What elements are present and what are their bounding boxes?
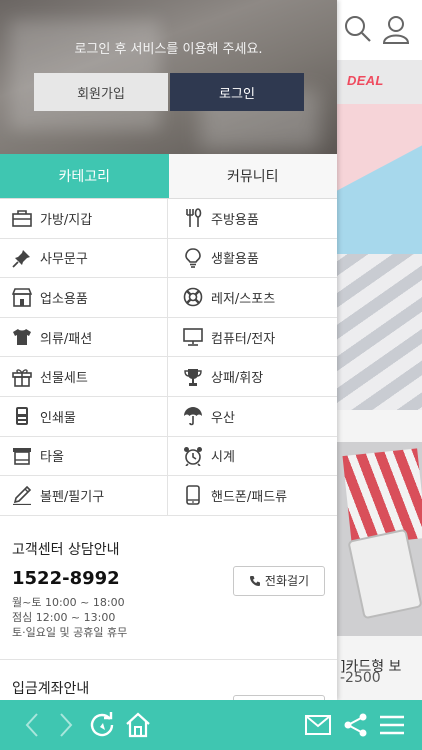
- category-item-phone[interactable]: 핸드폰/패드류: [168, 476, 337, 516]
- login-button[interactable]: 로그인: [170, 73, 304, 111]
- category-label: 가방/지갑: [40, 212, 93, 228]
- customer-service-hours: 월~토 10:00 ~ 18:00 점심 12:00 ~ 13:00 토·일요일…: [12, 595, 128, 639]
- category-label: 핸드폰/패드류: [211, 489, 288, 505]
- category-label: 우산: [211, 410, 235, 426]
- category-item-trophy[interactable]: 상패/휘장: [168, 357, 337, 397]
- category-label: 컴퓨터/전자: [211, 331, 276, 347]
- trophy-icon: [182, 366, 204, 388]
- monitor-icon: [182, 326, 204, 348]
- alarm-clock-icon: [182, 445, 204, 467]
- background-product-image[interactable]: [337, 442, 422, 636]
- mail-icon[interactable]: [298, 700, 338, 750]
- customer-service-section: 고객센터 상담안내 1522-8992 월~토 10:00 ~ 18:00 점심…: [0, 516, 337, 660]
- category-item-computer[interactable]: 컴퓨터/전자: [168, 318, 337, 358]
- tab-community[interactable]: 커뮤니티: [168, 154, 337, 198]
- login-message: 로그인 후 서비스를 이용해 주세요.: [74, 42, 263, 57]
- printer-icon: [11, 405, 33, 427]
- category-grid: 가방/지갑 주방용품 사무문구 생활용품 업소용품 레저/스포츠 의류/패션 컴…: [0, 199, 337, 516]
- kitchen-utensils-icon: [182, 207, 204, 229]
- phone-call-icon: [249, 575, 260, 586]
- forward-arrow-icon[interactable]: [46, 700, 86, 750]
- lightbulb-icon: [182, 247, 204, 269]
- towel-icon: [11, 445, 33, 467]
- category-item-bag[interactable]: 가방/지갑: [0, 199, 168, 239]
- category-label: 선물세트: [40, 371, 88, 387]
- background-header: [337, 0, 422, 60]
- bag-icon: [11, 207, 33, 229]
- category-item-pen[interactable]: 볼펜/필기구: [0, 476, 168, 516]
- tab-category[interactable]: 카테고리: [0, 154, 169, 198]
- share-icon[interactable]: [336, 700, 376, 750]
- call-button[interactable]: 전화걸기: [233, 565, 325, 596]
- phone-icon: [182, 484, 204, 506]
- category-item-office[interactable]: 사무문구: [0, 238, 168, 279]
- category-label: 인쇄물: [40, 410, 76, 426]
- category-item-gift[interactable]: 선물세트: [0, 357, 168, 397]
- home-icon[interactable]: [118, 700, 158, 750]
- search-icon[interactable]: [343, 14, 373, 48]
- category-item-leisure[interactable]: 레저/스포츠: [168, 278, 337, 318]
- category-item-clock[interactable]: 시계: [168, 437, 337, 477]
- user-icon[interactable]: [381, 14, 411, 48]
- category-label: 시계: [211, 450, 235, 466]
- category-item-towel[interactable]: 타올: [0, 436, 168, 477]
- category-item-clothing[interactable]: 의류/패션: [0, 317, 168, 358]
- category-label: 상패/휘장: [211, 371, 264, 387]
- background-banner[interactable]: [337, 104, 422, 410]
- category-item-household[interactable]: 생활용품: [168, 239, 337, 279]
- category-label: 의류/패션: [40, 331, 93, 347]
- customer-service-title: 고객센터 상담안내: [12, 541, 120, 558]
- gift-icon: [11, 366, 33, 388]
- store-icon: [11, 286, 33, 308]
- menu-icon[interactable]: [372, 700, 412, 750]
- drawer-tabs: 카테고리 커뮤니티: [0, 154, 337, 199]
- deposit-section: 입금계좌안내: [0, 660, 337, 700]
- drawer-header: 로그인 후 서비스를 이용해 주세요. 회원가입 로그인: [0, 0, 337, 154]
- category-item-umbrella[interactable]: 우산: [168, 397, 337, 437]
- bottom-toolbar: [0, 700, 422, 750]
- pen-icon: [11, 484, 33, 506]
- category-item-kitchen[interactable]: 주방용품: [168, 199, 337, 239]
- lifebuoy-icon: [182, 286, 204, 308]
- umbrella-icon: [182, 405, 204, 427]
- category-label: 사무문구: [40, 252, 88, 268]
- category-label: 레저/스포츠: [211, 291, 276, 307]
- side-drawer: 로그인 후 서비스를 이용해 주세요. 회원가입 로그인 카테고리 커뮤니티 가…: [0, 0, 337, 700]
- category-label: 타올: [40, 450, 64, 466]
- refresh-icon[interactable]: [82, 700, 122, 750]
- category-label: 업소용품: [40, 291, 88, 307]
- category-item-business[interactable]: 업소용품: [0, 278, 168, 318]
- category-label: 주방용품: [211, 212, 259, 228]
- join-button[interactable]: 회원가입: [34, 73, 168, 111]
- category-label: 볼펜/필기구: [40, 489, 105, 505]
- background-product-price: -2500: [340, 670, 381, 686]
- shirt-icon: [11, 326, 33, 348]
- category-item-print[interactable]: 인쇄물: [0, 396, 168, 437]
- background-logo: DEAL: [337, 60, 422, 104]
- pushpin-icon: [11, 247, 33, 269]
- category-label: 생활용품: [211, 252, 259, 268]
